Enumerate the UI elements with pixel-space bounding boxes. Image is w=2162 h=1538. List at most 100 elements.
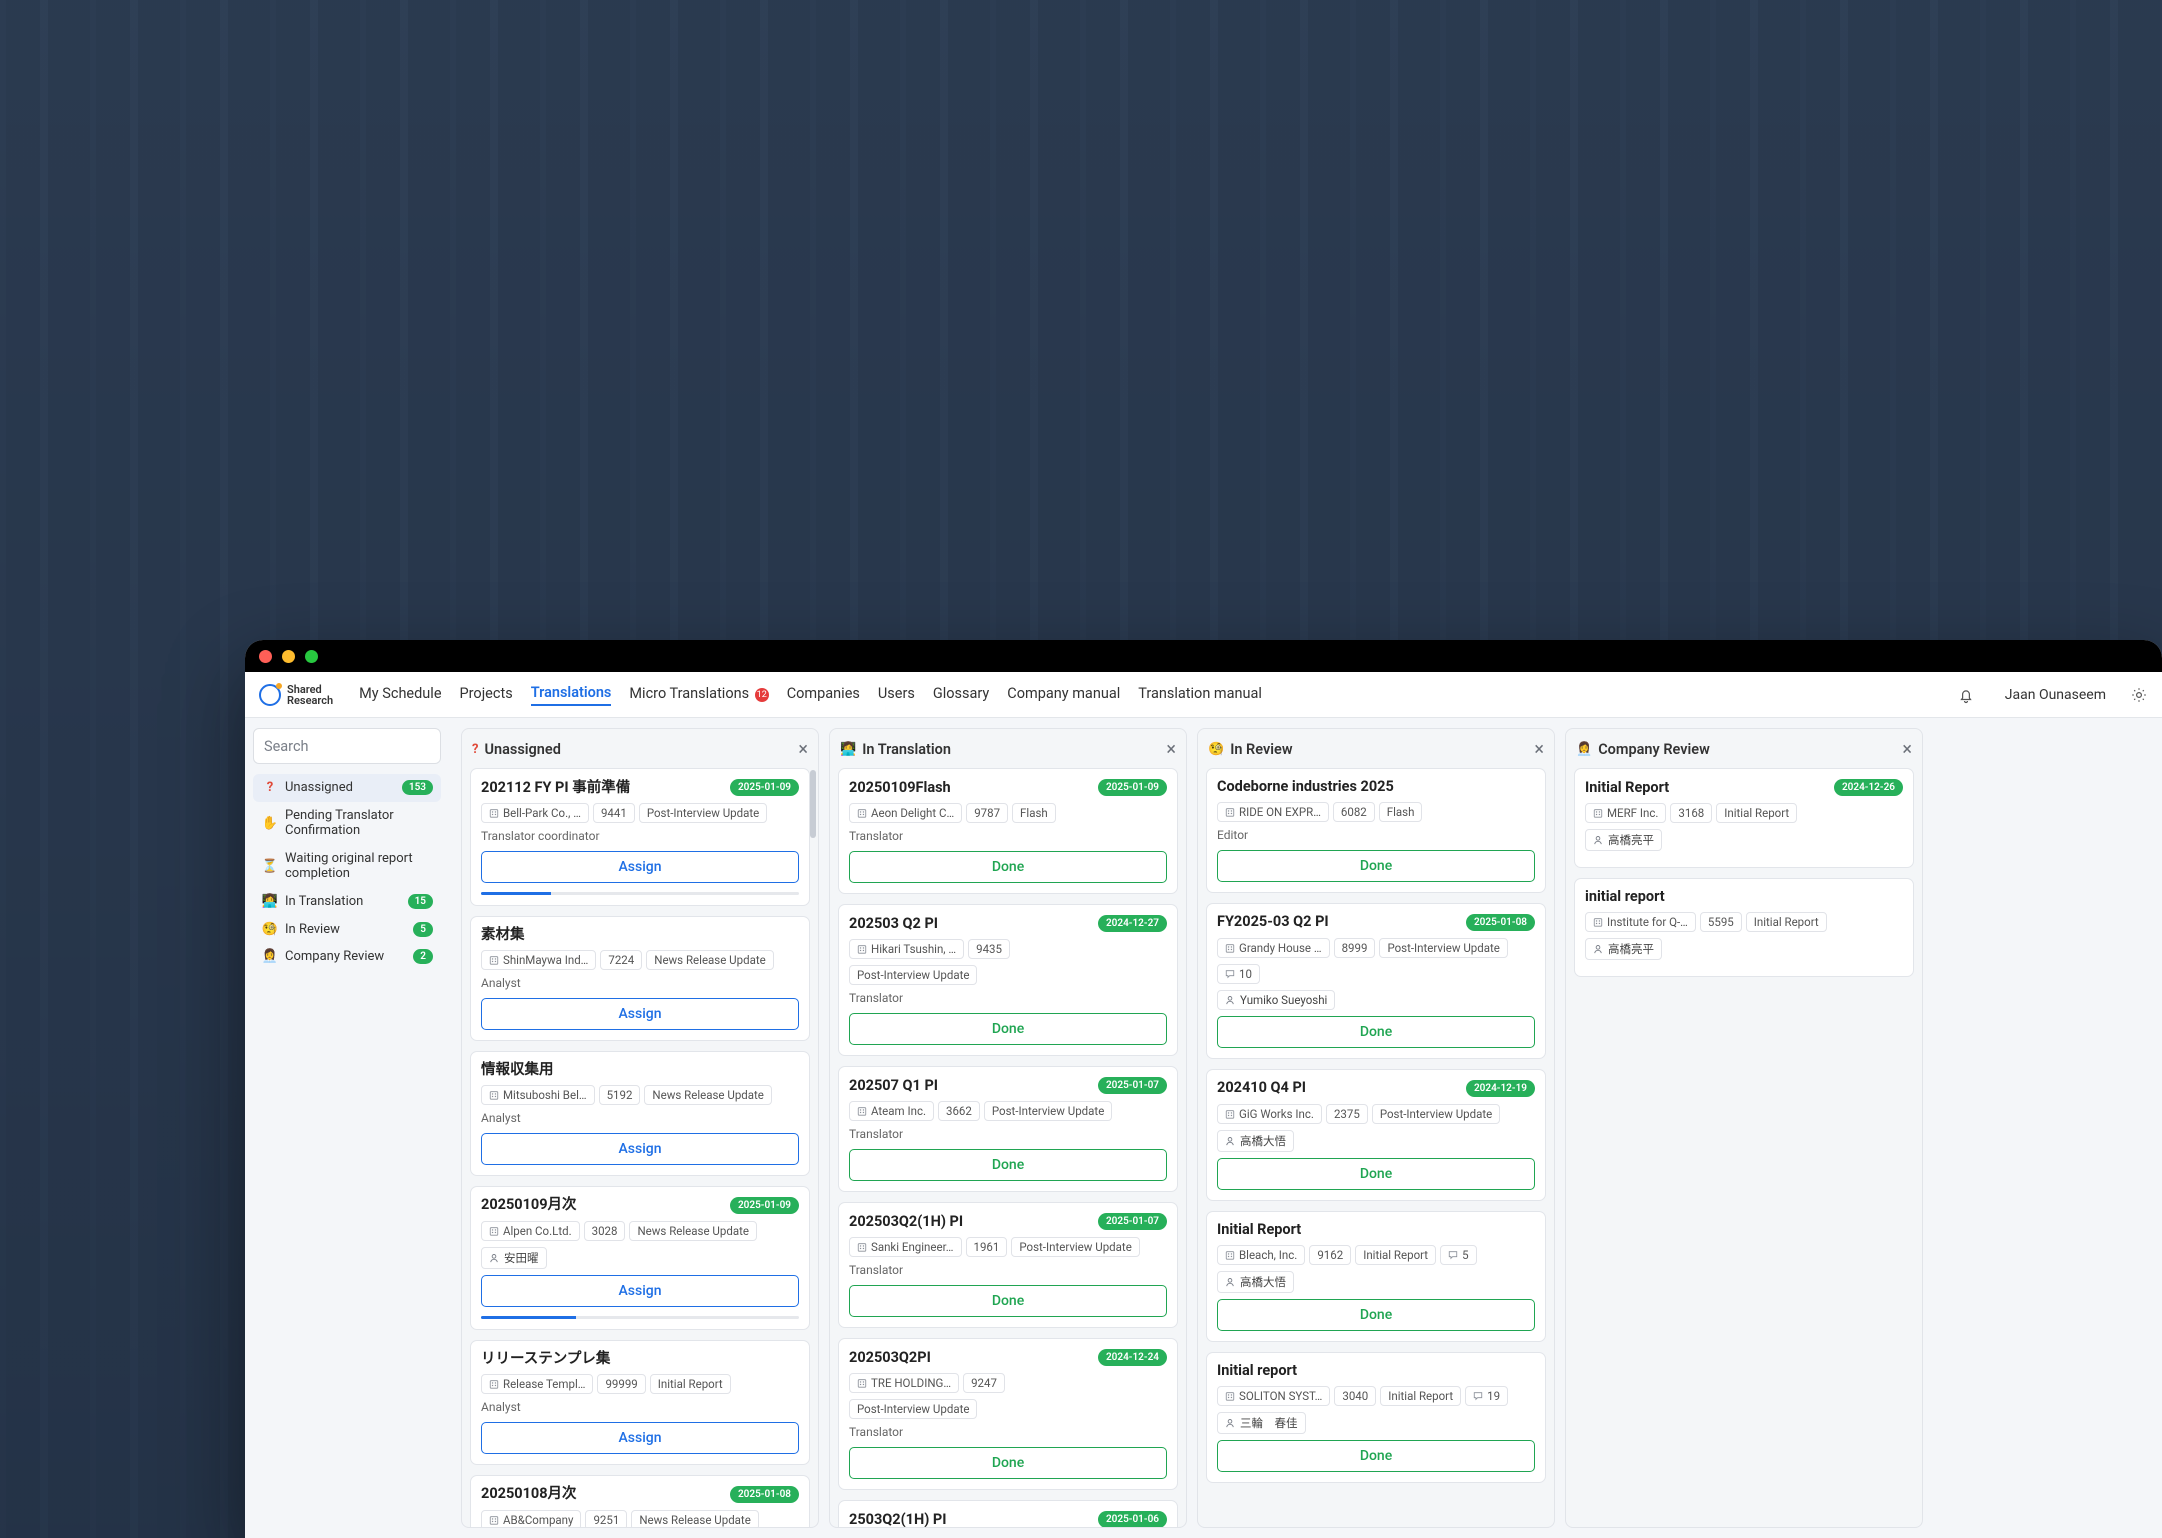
brand-mark-icon xyxy=(259,684,281,706)
done-button[interactable]: Done xyxy=(1217,1158,1535,1190)
card-title: Initial report xyxy=(1217,1363,1297,1379)
card-tag: Flash xyxy=(1379,802,1423,822)
company-tag: Ateam Inc. xyxy=(849,1101,934,1121)
assign-button[interactable]: Assign xyxy=(481,851,799,883)
kanban-card[interactable]: FY2025-03 Q2 PI2025-01-08Grandy House …8… xyxy=(1206,903,1546,1059)
done-button[interactable]: Done xyxy=(1217,1016,1535,1048)
kanban-card[interactable]: リリーステンプレ集Release Templ…99999Initial Repo… xyxy=(470,1340,810,1465)
column-title: Unassigned xyxy=(484,741,560,758)
kanban-card[interactable]: 202507 Q1 PI2025-01-07Ateam Inc.3662Post… xyxy=(838,1066,1178,1192)
nav-projects[interactable]: Projects xyxy=(460,685,513,705)
kanban-card[interactable]: Codeborne industries 2025RIDE ON EXPR…60… xyxy=(1206,768,1546,893)
window-minimize-dot[interactable] xyxy=(282,650,295,663)
kanban-card[interactable]: 202410 Q4 PI2024-12-19GiG Works Inc.2375… xyxy=(1206,1069,1546,1201)
kanban-card[interactable]: Initial Report2024-12-26MERF Inc.3168Ini… xyxy=(1574,768,1914,868)
done-button[interactable]: Done xyxy=(849,1013,1167,1045)
card-tags: Release Templ…99999Initial Report xyxy=(481,1374,799,1394)
card-date-badge: 2025-01-09 xyxy=(730,779,799,796)
card-title: 素材集 xyxy=(481,927,525,943)
search-input[interactable]: Search xyxy=(253,728,441,764)
progress-bar xyxy=(481,1316,799,1319)
kanban-column: 🧐In Review×Codeborne industries 2025RIDE… xyxy=(1197,728,1555,1528)
sidebar-glyph-icon: 🧐 xyxy=(261,922,279,937)
card-tags-extra: 10 xyxy=(1217,964,1535,984)
card-tag: News Release Update xyxy=(646,950,773,970)
kanban-card[interactable]: 202503Q2(1H) PI2025-01-07Sanki Engineer…… xyxy=(838,1202,1178,1328)
close-icon[interactable]: × xyxy=(798,739,808,760)
sidebar-item[interactable]: ?Unassigned153 xyxy=(253,774,441,802)
card-tag: Post-Interview Update xyxy=(1379,938,1507,958)
card-title: 情報収集用 xyxy=(481,1062,554,1078)
assignee-chip: Yumiko Sueyoshi xyxy=(1217,990,1335,1010)
kanban-card[interactable]: Initial reportSOLITON SYST…3040Initial R… xyxy=(1206,1352,1546,1483)
user-name[interactable]: Jaan Ounaseem xyxy=(2005,687,2106,703)
card-role: Translator xyxy=(849,1127,1167,1141)
nav-glossary[interactable]: Glossary xyxy=(933,685,989,705)
ticker-tag: 8999 xyxy=(1334,938,1376,958)
done-button[interactable]: Done xyxy=(1217,850,1535,882)
nav-micro-translations[interactable]: Micro Translations 12 xyxy=(629,685,768,705)
done-button[interactable]: Done xyxy=(849,1447,1167,1479)
card-tags: AB&Company9251News Release Update xyxy=(481,1510,799,1527)
card-tag: Post-Interview Update xyxy=(849,1399,977,1419)
assign-button[interactable]: Assign xyxy=(481,998,799,1030)
bell-icon[interactable] xyxy=(1957,686,1975,704)
sidebar-item-label: Unassigned xyxy=(285,780,402,796)
sidebar-item[interactable]: 🧐In Review5 xyxy=(253,916,441,944)
sidebar-item[interactable]: 👩‍💻In Translation15 xyxy=(253,888,441,916)
comments-tag: 5 xyxy=(1440,1245,1476,1265)
nav-company-manual[interactable]: Company manual xyxy=(1007,685,1120,705)
brand-logo[interactable]: Shared Research xyxy=(259,684,333,706)
gear-icon[interactable] xyxy=(2130,686,2148,704)
close-icon[interactable]: × xyxy=(1166,739,1176,760)
sidebar-item[interactable]: ✋Pending Translator Confirmation xyxy=(253,802,441,845)
close-icon[interactable]: × xyxy=(1534,739,1544,760)
nav-translations[interactable]: Translations xyxy=(531,684,612,706)
kanban-card[interactable]: 202503 Q2 PI2024-12-27Hikari Tsushin, …9… xyxy=(838,904,1178,1056)
assign-button[interactable]: Assign xyxy=(481,1133,799,1165)
kanban-card[interactable]: Initial ReportBleach, Inc.9162Initial Re… xyxy=(1206,1211,1546,1342)
kanban-column: ?Unassigned×202112 FY PI 事前準備2025-01-09B… xyxy=(461,728,819,1528)
card-tag: Initial Report xyxy=(1355,1245,1436,1265)
assignee-chip: 高橋大悟 xyxy=(1217,1130,1294,1152)
card-date-badge: 2024-12-19 xyxy=(1466,1080,1535,1097)
kanban-card[interactable]: 202503Q2PI2024-12-24TRE HOLDING…9247Post… xyxy=(838,1338,1178,1490)
nav-translation-manual[interactable]: Translation manual xyxy=(1138,685,1262,705)
kanban-card[interactable]: 素材集ShinMaywa Ind…7224News Release Update… xyxy=(470,916,810,1041)
nav-companies[interactable]: Companies xyxy=(787,685,860,705)
done-button[interactable]: Done xyxy=(849,851,1167,883)
kanban-card[interactable]: 情報収集用 Mitsuboshi Bel…5192News Release Upd… xyxy=(470,1051,810,1176)
window-zoom-dot[interactable] xyxy=(305,650,318,663)
company-tag: Bleach, Inc. xyxy=(1217,1245,1305,1265)
card-title: 202112 FY PI 事前準備 xyxy=(481,780,630,796)
card-tag: Initial Report xyxy=(1716,803,1797,823)
company-tag: Release Templ… xyxy=(481,1374,593,1394)
kanban-board: ?Unassigned×202112 FY PI 事前準備2025-01-09B… xyxy=(449,718,2162,1538)
card-tags: Alpen Co.Ltd.3028News Release Update xyxy=(481,1221,799,1241)
sidebar-item[interactable]: ⏳Waiting original report completion xyxy=(253,845,441,888)
app-body: Search ?Unassigned153✋Pending Translator… xyxy=(245,718,2162,1538)
ticker-tag: 3028 xyxy=(584,1221,626,1241)
card-tags: Mitsuboshi Bel…5192News Release Update xyxy=(481,1085,799,1105)
card-role: Translator coordinator xyxy=(481,829,799,843)
done-button[interactable]: Done xyxy=(849,1285,1167,1317)
close-icon[interactable]: × xyxy=(1902,739,1912,760)
kanban-card[interactable]: 2503Q2(1H) PI2025-01-06 xyxy=(838,1500,1178,1527)
sidebar-item[interactable]: 👩‍💼Company Review2 xyxy=(253,943,441,971)
nav-users[interactable]: Users xyxy=(878,685,915,705)
assign-button[interactable]: Assign xyxy=(481,1422,799,1454)
kanban-card[interactable]: 202112 FY PI 事前準備2025-01-09Bell-Park Co.… xyxy=(470,768,810,906)
window-close-dot[interactable] xyxy=(259,650,272,663)
scrollbar[interactable] xyxy=(810,770,816,838)
nav-my-schedule[interactable]: My Schedule xyxy=(359,685,441,705)
done-button[interactable]: Done xyxy=(1217,1440,1535,1472)
done-button[interactable]: Done xyxy=(849,1149,1167,1181)
top-nav: Shared Research My Schedule Projects Tra… xyxy=(245,672,2162,718)
kanban-card[interactable]: 20250109Flash2025-01-09Aeon Delight C…97… xyxy=(838,768,1178,894)
kanban-card[interactable]: initial reportInstitute for Q-…5595Initi… xyxy=(1574,878,1914,977)
kanban-card[interactable]: 20250109月次2025-01-09Alpen Co.Ltd.3028New… xyxy=(470,1186,810,1330)
card-date-badge: 2025-01-07 xyxy=(1098,1077,1167,1094)
kanban-card[interactable]: 20250108月次2025-01-08AB&Company9251News R… xyxy=(470,1475,810,1527)
assign-button[interactable]: Assign xyxy=(481,1275,799,1307)
done-button[interactable]: Done xyxy=(1217,1299,1535,1331)
